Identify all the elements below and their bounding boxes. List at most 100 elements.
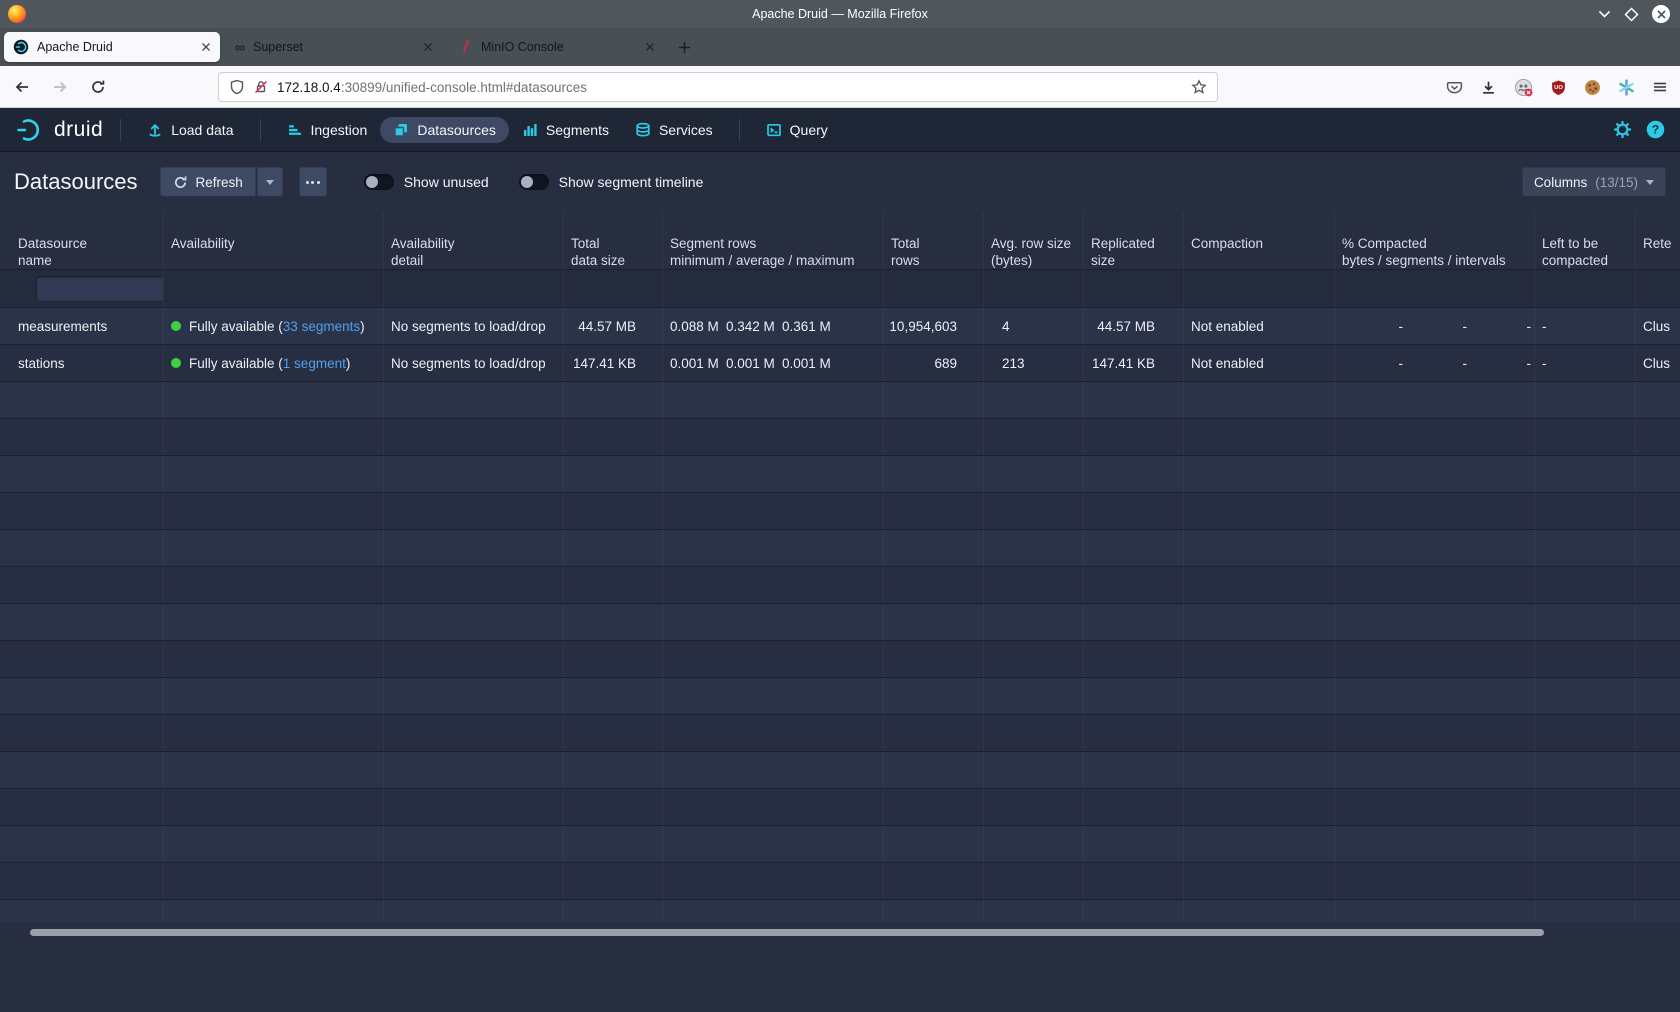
window-maximize-button[interactable]	[1624, 7, 1639, 22]
column-header-availability[interactable]: Availability	[164, 212, 384, 269]
nav-item-label: Ingestion	[311, 122, 368, 138]
cell-availability_detail: No segments to load/drop	[384, 345, 564, 381]
ellipsis-icon	[306, 181, 309, 184]
nav-item-segments[interactable]: Segments	[509, 117, 622, 143]
druid-favicon	[13, 39, 29, 55]
table-row-empty	[0, 493, 1680, 530]
datasource-filter-input[interactable]	[36, 276, 164, 302]
column-header-pct_compacted[interactable]: % Compactedbytes / segments / intervals	[1335, 212, 1535, 269]
nav-item-services[interactable]: Services	[622, 117, 726, 143]
cell-avg_row_size: 4	[984, 308, 1084, 344]
table-row-empty	[0, 456, 1680, 493]
refresh-label: Refresh	[196, 175, 243, 190]
table-row-empty	[0, 382, 1680, 419]
browser-toolbar: 172.18.0.4:30899/unified-console.html#da…	[0, 66, 1680, 108]
tab-close-icon[interactable]	[201, 42, 211, 52]
table-row-measurements[interactable]: measurementsFully available (33 segments…	[0, 308, 1680, 345]
table-row-empty	[0, 789, 1680, 826]
column-header-segment_rows[interactable]: Segment rowsminimum / average / maximum	[663, 212, 884, 269]
window-close-button[interactable]	[1652, 5, 1670, 23]
more-actions-button[interactable]	[299, 167, 327, 197]
load-data-icon	[147, 122, 163, 138]
extensions-account-icon[interactable]	[1514, 78, 1533, 97]
tab-label: MinIO Console	[481, 40, 564, 54]
settings-gear-icon[interactable]	[1613, 120, 1632, 139]
navbar-divider	[739, 119, 740, 141]
cell-compaction: Not enabled	[1184, 308, 1335, 344]
cell-availability_detail: No segments to load/drop	[384, 308, 564, 344]
svg-text:UO: UO	[1554, 85, 1563, 91]
back-button[interactable]	[14, 79, 30, 95]
table-row-empty	[0, 567, 1680, 604]
asterisk-extension-icon[interactable]	[1618, 79, 1635, 96]
table-row-empty	[0, 530, 1680, 567]
page-title: Datasources	[14, 169, 138, 195]
cell-avg_row_size: 213	[984, 345, 1084, 381]
cell-compaction: Not enabled	[1184, 345, 1335, 381]
tab-label: Superset	[253, 40, 303, 54]
window-title: Apache Druid — Mozilla Firefox	[0, 7, 1680, 21]
nav-item-label: Segments	[546, 122, 609, 138]
insecure-lock-icon[interactable]	[253, 79, 269, 95]
window-titlebar: Apache Druid — Mozilla Firefox	[0, 0, 1680, 28]
show-unused-toggle[interactable]	[364, 174, 394, 190]
tab-close-icon[interactable]	[645, 42, 655, 52]
columns-button[interactable]: Columns (13/15)	[1522, 167, 1666, 197]
menu-hamburger-icon[interactable]	[1652, 79, 1668, 95]
pocket-icon[interactable]	[1446, 79, 1463, 96]
nav-item-datasources[interactable]: Datasources	[380, 117, 509, 143]
table-row-stations[interactable]: stationsFully available (1 segment)No se…	[0, 345, 1680, 382]
refresh-icon	[173, 175, 188, 190]
table-filter-row	[0, 270, 1680, 308]
column-header-availability_detail[interactable]: Availabilitydetail	[384, 212, 564, 269]
refresh-dropdown-button[interactable]	[257, 167, 283, 197]
nav-item-query[interactable]: Query	[753, 117, 841, 143]
url-host: 172.18.0.4	[277, 80, 341, 95]
url-path: :30899/unified-console.html#datasources	[341, 80, 587, 95]
nav-item-ingestion[interactable]: Ingestion	[274, 117, 381, 143]
table-row-empty	[0, 604, 1680, 641]
table-row-empty	[0, 641, 1680, 678]
downloads-icon[interactable]	[1480, 79, 1497, 96]
refresh-button[interactable]: Refresh	[160, 167, 256, 197]
column-header-compaction[interactable]: Compaction	[1184, 212, 1335, 269]
horizontal-scrollbar-thumb[interactable]	[30, 929, 1544, 936]
column-header-total_rows[interactable]: Totalrows	[884, 212, 984, 269]
help-icon[interactable]: ?	[1646, 120, 1665, 139]
tab-close-icon[interactable]	[423, 42, 433, 52]
minio-favicon	[457, 39, 473, 55]
table-row-empty	[0, 419, 1680, 456]
tab-minio-console[interactable]: MinIO Console	[448, 32, 664, 62]
cookie-icon[interactable]	[1584, 79, 1601, 96]
segments-link[interactable]: 33 segments	[283, 319, 360, 334]
column-header-name[interactable]: Datasourcename	[0, 212, 164, 269]
browser-tab-strip: Apache Druid ∞ Superset MinIO Console	[0, 28, 1680, 66]
druid-brand[interactable]: druid	[15, 116, 103, 144]
cell-total_rows: 10,954,603	[884, 308, 984, 344]
segments-link[interactable]: 1 segment	[283, 356, 346, 371]
url-bar[interactable]: 172.18.0.4:30899/unified-console.html#da…	[218, 72, 1218, 102]
column-header-avg_row_size[interactable]: Avg. row size(bytes)	[984, 212, 1084, 269]
tab-apache-druid[interactable]: Apache Druid	[4, 32, 220, 62]
window-minimize-button[interactable]	[1598, 9, 1611, 19]
column-header-replicated_size[interactable]: Replicatedsize	[1084, 212, 1184, 269]
bookmark-star-icon[interactable]	[1191, 79, 1207, 95]
cell-replicated_size: 44.57 MB	[1084, 308, 1184, 344]
forward-button[interactable]	[52, 79, 68, 95]
show-segment-timeline-toggle[interactable]	[519, 174, 549, 190]
cell-left_to_be_compacted: -	[1535, 308, 1636, 344]
table-row-empty	[0, 900, 1680, 922]
cell-retention: Clus	[1636, 345, 1680, 381]
nav-item-load-data[interactable]: Load data	[134, 117, 246, 143]
ublock-origin-icon[interactable]: UO	[1550, 79, 1567, 96]
reload-button[interactable]	[90, 79, 106, 95]
column-header-retention[interactable]: Rete	[1636, 212, 1680, 269]
column-header-left_to_be_compacted[interactable]: Left to becompacted	[1535, 212, 1636, 269]
column-header-total_data_size[interactable]: Totaldata size	[564, 212, 663, 269]
tracking-protection-shield-icon[interactable]	[229, 79, 245, 95]
segments-icon	[522, 122, 538, 138]
tab-superset[interactable]: ∞ Superset	[226, 32, 442, 62]
chevron-down-icon	[1646, 180, 1654, 185]
new-tab-button[interactable]	[670, 33, 698, 61]
cell-availability: Fully available (33 segments)	[164, 308, 384, 344]
